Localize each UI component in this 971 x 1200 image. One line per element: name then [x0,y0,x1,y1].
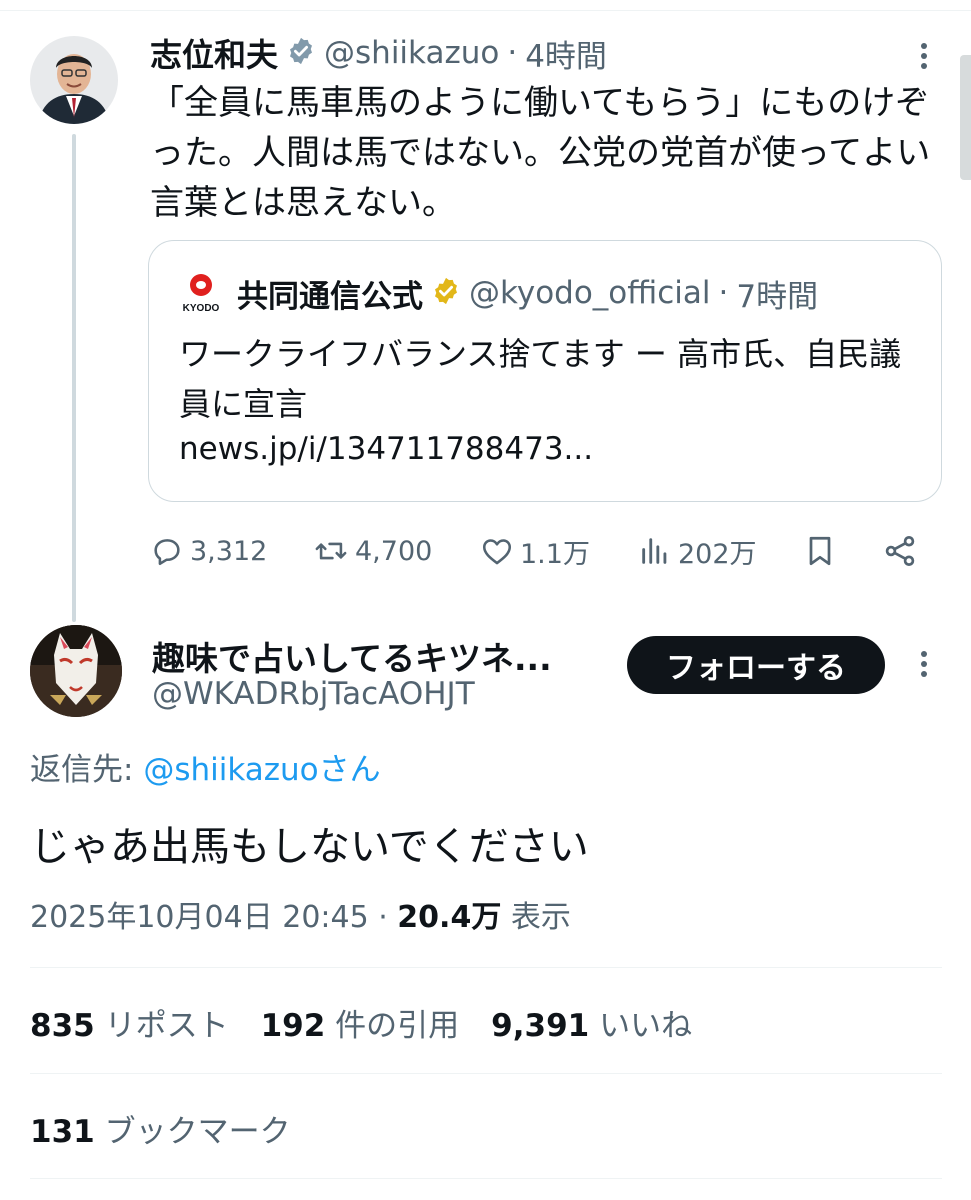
bookmark-button[interactable] [802,526,844,576]
repost-button[interactable]: 4,700 [313,526,432,576]
tweet-time[interactable]: 4時間 [525,31,607,76]
reply-count: 3,312 [190,535,268,567]
tweet-header: 志位和夫 @shiikazuo · 4時間 [150,30,607,76]
avatar[interactable] [30,36,118,124]
tweet-text: 「全員に馬車馬のように働いてもらう」にものけぞった。人間は馬ではない。公党の党首… [150,83,931,223]
reposts-num: 835 [30,1008,95,1044]
verified-badge-icon [431,276,461,310]
like-count: 1.1万 [520,538,590,570]
like-button[interactable]: 1.1万 [480,526,590,576]
top-divider [0,10,971,11]
thread-line [72,134,76,622]
more-options-icon[interactable] [912,646,936,682]
tweet-meta: 2025年10月04日 20:45 · 20.4万 表示 [30,892,571,936]
analytics-icon [642,538,667,564]
author-name[interactable]: 志位和夫 [150,30,278,76]
divider [30,967,942,968]
quote-link[interactable]: news.jp/i/134711788473... [179,431,593,467]
kyodo-logo-icon[interactable]: KYODO [179,271,223,315]
verified-badge-icon [286,36,316,70]
mention-link[interactable]: @shiikazuoさん [143,752,380,788]
quotes-num: 192 [260,1008,326,1044]
likes-label: いいね [589,1008,693,1044]
quote-time: 7時間 [736,278,819,315]
separator-dot: · [368,900,398,935]
reply-author-name[interactable]: 趣味で占いしてるキツネ... [152,632,552,680]
scrollbar[interactable] [960,55,971,180]
divider [30,1178,942,1179]
avatar[interactable] [30,625,122,717]
reply-author-handle[interactable]: @WKADRbjTacAOHJT [152,676,475,712]
reply-icon [154,539,180,566]
tweet-text: じゃあ出馬もしないでください [30,824,589,870]
quotes-label: 件の引用 [325,1008,460,1044]
view-count: 202万 [678,538,757,570]
logo-text: KYODO [183,303,220,314]
share-icon [885,536,915,566]
reposts-label: リポスト [94,1008,229,1044]
likes-num: 9,391 [491,1008,590,1044]
author-handle[interactable]: @shiikazuo [324,35,499,71]
heart-icon [482,539,512,565]
tweet-datetime[interactable]: 2025年10月04日 20:45 [30,900,369,935]
quote-text: ワークライフバランス捨てます ー 高市氏、自民議員に宣言 [179,335,902,423]
quote-author-name: 共同通信公式 [237,278,423,315]
bookmarks-num: 131 [30,1114,95,1150]
replying-to: 返信先: @shiikazuoさん [30,744,381,789]
divider [30,1073,942,1074]
quote-author-handle: @kyodo_official [469,275,711,311]
more-options-icon[interactable] [912,38,936,74]
quote-header: KYODO 共同通信公式 @kyodo_official · 7時間 [179,271,818,315]
likes-stat[interactable]: 9,391 いいね [491,1000,692,1045]
repost-icon [315,542,347,560]
bookmark-icon [809,536,831,566]
views-button[interactable]: 202万 [638,526,757,576]
views-count: 20.4万 [397,900,502,935]
follow-button[interactable]: フォローする [627,636,885,694]
bookmarks-label: ブックマーク [94,1114,291,1150]
engagement-stats: 835 リポスト 192 件の引用 9,391 いいね [30,1000,724,1045]
separator-dot: · [718,275,729,311]
share-button[interactable] [882,526,924,576]
separator-dot: · [507,35,518,71]
replying-to-label: 返信先: [30,752,144,788]
reposts-stat[interactable]: 835 リポスト [30,1000,229,1045]
reply-button[interactable]: 3,312 [150,526,267,576]
repost-count: 4,700 [355,535,433,567]
bookmarks-stat[interactable]: 131 ブックマーク [30,1106,323,1151]
quotes-stat[interactable]: 192 件の引用 [261,1000,460,1045]
action-bar: 3,312 4,700 1.1万 202万 [150,526,930,576]
quote-tweet[interactable]: KYODO 共同通信公式 @kyodo_official · 7時間 ワークライ… [148,240,942,502]
views-label: 表示 [501,900,571,935]
